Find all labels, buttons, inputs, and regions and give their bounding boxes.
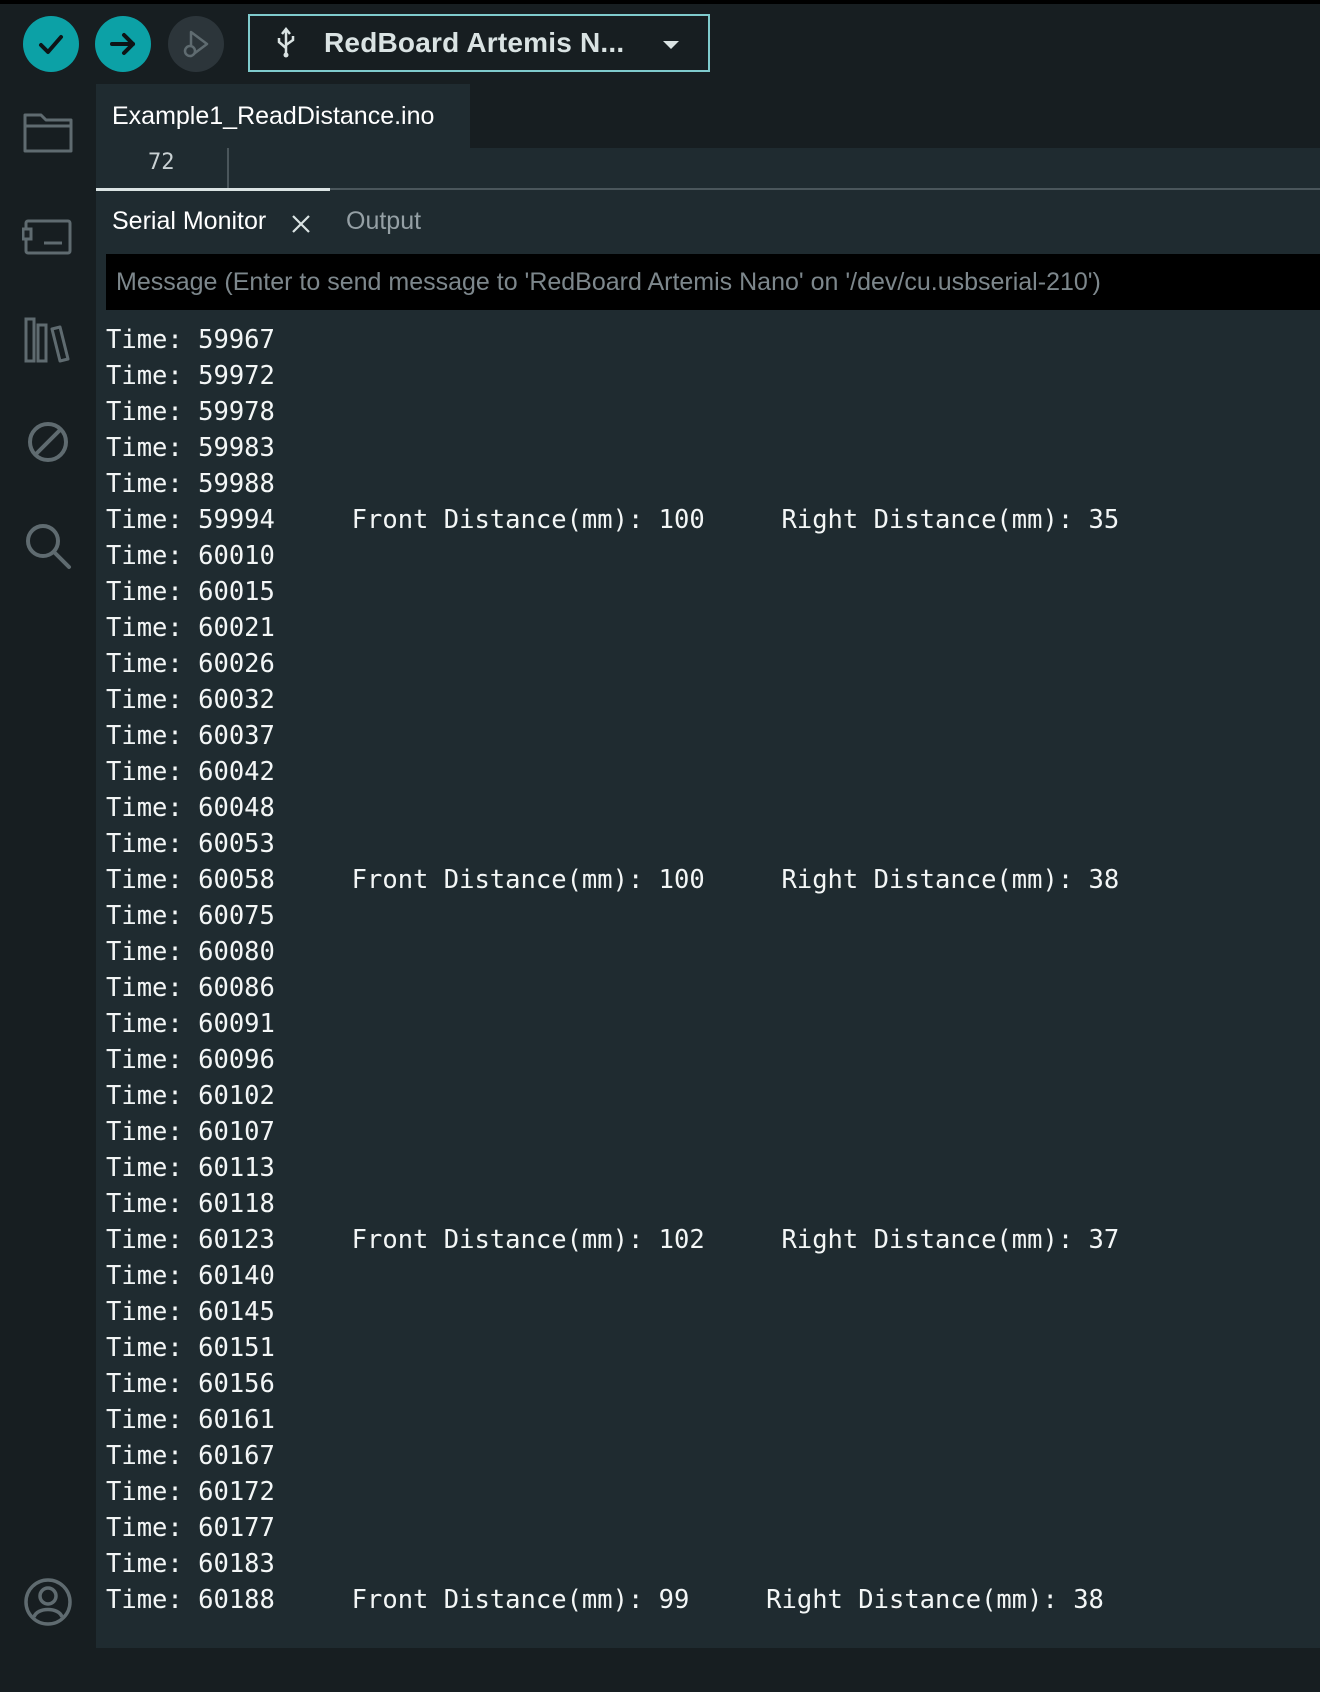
serial-line: Time: 60102: [106, 1081, 275, 1111]
arrow-right-icon: [110, 33, 135, 55]
serial-line: Time: 60183: [106, 1549, 275, 1579]
serial-line: Time: 60156: [106, 1369, 275, 1399]
serial-line: Time: 60107: [106, 1117, 275, 1147]
sidebar-item-library-manager[interactable]: [20, 312, 76, 368]
serial-line: Time: 60172: [106, 1477, 275, 1507]
serial-line: Time: 60161: [106, 1405, 275, 1435]
library-icon: [24, 317, 70, 363]
serial-line: Time: 60037: [106, 721, 275, 751]
tab-output[interactable]: Output: [346, 190, 421, 252]
usb-icon: [274, 26, 302, 60]
serial-line: Time: 60177: [106, 1513, 275, 1543]
serial-line: Time: 60113: [106, 1153, 275, 1183]
serial-output[interactable]: Time: 59967 Time: 59972 Time: 59978 Time: 5…: [106, 322, 1306, 1618]
serial-line: Time: 60048: [106, 793, 275, 823]
serial-line: Time: 59983: [106, 433, 275, 463]
debug-icon: [183, 30, 209, 58]
board-manager-icon: [22, 219, 72, 255]
board-name: RedBoard Artemis N...: [324, 27, 625, 58]
serial-line: Time: 59978: [106, 397, 275, 427]
file-tab-label: Example1_ReadDistance.ino: [112, 101, 435, 130]
serial-line: Time: 60086: [106, 973, 275, 1003]
account-icon: [24, 1578, 72, 1626]
chevron-down-icon: [662, 38, 680, 56]
sidebar-item-search[interactable]: [20, 518, 76, 574]
sidebar-item-debug[interactable]: [20, 414, 76, 470]
serial-line: Time: 60026: [106, 649, 275, 679]
serial-line: Time: 60075: [106, 901, 275, 931]
serial-line: Time: 60021: [106, 613, 275, 643]
serial-line: Time: 59988: [106, 469, 275, 499]
serial-line: Time: 60151: [106, 1333, 275, 1363]
editor-file-tab[interactable]: Example1_ReadDistance.ino: [96, 84, 470, 148]
serial-line: Time: 60042: [106, 757, 275, 787]
sidebar-item-account[interactable]: [20, 1574, 76, 1630]
serial-line: Time: 59967: [106, 325, 275, 355]
sidebar-item-boards-manager[interactable]: [20, 208, 76, 264]
serial-line: Time: 60010: [106, 541, 275, 571]
serial-line: Time: 60058 Front Distance(mm): 100 Righ…: [106, 865, 1120, 895]
close-icon[interactable]: [290, 213, 312, 235]
serial-line: Time: 60053: [106, 829, 275, 859]
serial-line: Time: 60080: [106, 937, 275, 967]
board-selector[interactable]: RedBoard Artemis N...: [248, 14, 710, 72]
line-number: 72: [148, 150, 175, 175]
checkmark-icon: [39, 35, 63, 54]
serial-line: Time: 59994 Front Distance(mm): 100 Righ…: [106, 505, 1120, 535]
tab-serial-monitor[interactable]: Serial Monitor: [112, 190, 266, 252]
serial-line: Time: 60118: [106, 1189, 275, 1219]
folder-icon: [23, 113, 73, 153]
tab-label: Output: [346, 206, 422, 235]
gutter-separator: [227, 148, 229, 188]
serial-line: Time: 60140: [106, 1261, 275, 1291]
serial-line: Time: 60015: [106, 577, 275, 607]
upload-button[interactable]: [95, 16, 151, 72]
serial-line: Time: 60123 Front Distance(mm): 102 Righ…: [106, 1225, 1120, 1255]
sidebar-item-sketchbook[interactable]: [20, 104, 76, 160]
status-strip: [96, 1648, 1320, 1692]
verify-button[interactable]: [23, 16, 79, 72]
serial-line: Time: 59972: [106, 361, 275, 391]
tab-label: Serial Monitor: [112, 206, 267, 235]
serial-line: Time: 60167: [106, 1441, 275, 1471]
serial-line: Time: 60091: [106, 1009, 275, 1039]
serial-line: Time: 60145: [106, 1297, 275, 1327]
search-icon: [26, 524, 71, 569]
serial-line: Time: 60096: [106, 1045, 275, 1075]
no-debug-icon: [28, 422, 68, 462]
editor-area[interactable]: [96, 148, 1320, 188]
serial-message-input[interactable]: [106, 254, 1320, 310]
window-top-border: [0, 0, 1320, 4]
serial-line: Time: 60188 Front Distance(mm): 99 Right…: [106, 1585, 1104, 1615]
serial-line: Time: 60032: [106, 685, 275, 715]
debug-button[interactable]: [168, 16, 224, 72]
